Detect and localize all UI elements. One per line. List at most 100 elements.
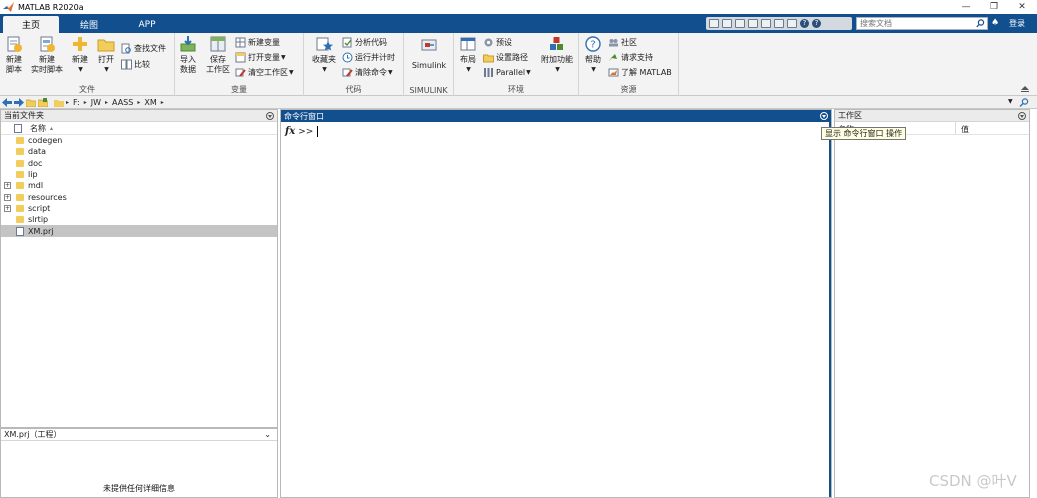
back-arrow-icon[interactable]	[2, 97, 12, 107]
workspace-value-column[interactable]: 值	[961, 124, 969, 135]
new-live-script-icon	[40, 36, 55, 52]
copy-icon[interactable]	[735, 19, 745, 28]
path-history-dropdown-icon[interactable]: ▼	[1008, 98, 1013, 105]
group-code-title: 代码	[345, 85, 362, 94]
redo-icon[interactable]	[774, 19, 784, 28]
collapse-toolstrip-icon[interactable]	[1021, 85, 1029, 92]
file-row-folder[interactable]: data	[1, 146, 277, 157]
close-button[interactable]: ✕	[1008, 0, 1036, 14]
cut-icon[interactable]	[722, 19, 732, 28]
learn-matlab-button[interactable]: 了解 MATLAB	[608, 66, 672, 79]
set-path-folder-icon	[483, 54, 494, 63]
file-row-folder[interactable]: + resources	[1, 191, 277, 202]
breadcrumb-separator: ▸	[160, 98, 164, 106]
community-button[interactable]: 社区	[608, 36, 637, 49]
save-workspace-icon	[210, 36, 226, 52]
function-browser-icon[interactable]: fx	[285, 126, 295, 137]
forward-arrow-icon[interactable]	[14, 97, 24, 107]
group-resources-title: 资源	[620, 85, 637, 94]
add-ons-button[interactable]: 附加功能 ▼	[538, 35, 576, 75]
sort-ascending-icon: ▴	[50, 124, 54, 132]
import-data-button[interactable]: 导入 数据	[176, 35, 200, 75]
favorites-button[interactable]: 收藏夹 ▼	[308, 35, 340, 75]
favorites-label: 收藏夹	[312, 55, 336, 64]
group-file-title: 文件	[79, 85, 95, 94]
save-workspace-button[interactable]: 保存 工作区	[203, 35, 233, 75]
details-header[interactable]: XM.prj（工程） ⌄	[1, 429, 277, 441]
clear-commands-button[interactable]: 清除命令 ▼	[342, 66, 393, 79]
expand-tree-icon[interactable]: +	[4, 204, 11, 212]
run-and-time-button[interactable]: 运行并计时	[342, 51, 395, 64]
panel-actions-icon[interactable]	[266, 112, 274, 120]
workspace-title: 工作区	[838, 111, 862, 120]
tab-apps[interactable]: APP	[119, 16, 175, 33]
find-files-button[interactable]: 查找文件	[121, 42, 166, 55]
help-button[interactable]: ? 帮助 ▼	[581, 35, 605, 75]
preferences-button[interactable]: 预设	[483, 36, 512, 49]
breadcrumb-item-aass[interactable]: AASS	[112, 98, 133, 107]
new-variable-button[interactable]: 新建变量	[235, 36, 280, 49]
command-window-actions-icon[interactable]	[820, 112, 828, 120]
restore-button[interactable]: ❐	[980, 0, 1008, 14]
simulink-button[interactable]: Simulink	[407, 35, 451, 71]
up-folder-icon[interactable]	[26, 98, 36, 107]
paste-icon[interactable]	[748, 19, 758, 28]
file-row-folder[interactable]: lip	[1, 169, 277, 180]
new-live-script-button[interactable]: 新建 实时脚本	[28, 35, 66, 75]
new-script-button[interactable]: 新建 脚本	[2, 35, 26, 75]
breadcrumb-separator: ▸	[137, 98, 141, 106]
layout-button[interactable]: 布局 ▼	[456, 35, 480, 75]
search-input[interactable]	[860, 19, 972, 28]
search-icon[interactable]	[976, 19, 985, 28]
new-script-label-1: 新建	[6, 55, 22, 64]
column-header-name[interactable]: 名称 ▴	[1, 122, 277, 135]
expand-tree-icon[interactable]: +	[4, 182, 11, 190]
file-row-folder[interactable]: doc	[1, 158, 277, 169]
group-simulink-title: SIMULINK	[409, 86, 448, 95]
panel-actions-icon[interactable]	[1018, 112, 1026, 120]
project-file-icon	[16, 226, 24, 236]
file-row-project[interactable]: XM.prj	[1, 225, 277, 237]
file-row-folder[interactable]: + script	[1, 203, 277, 214]
browse-folder-icon[interactable]	[38, 97, 48, 107]
undo-icon[interactable]	[761, 19, 771, 28]
workspace-header: 工作区	[835, 110, 1029, 122]
help-icon[interactable]: ?	[800, 19, 809, 28]
file-row-folder[interactable]: slrtip	[1, 214, 277, 225]
switch-windows-icon[interactable]	[787, 19, 797, 28]
breadcrumb-item-jw[interactable]: JW	[91, 98, 101, 107]
current-folder-panel: 当前文件夹 名称 ▴ codegen data doc lip + mdl + resourc…	[0, 109, 278, 428]
folder-icon	[16, 137, 24, 145]
file-row-folder[interactable]: codegen	[1, 135, 277, 146]
notification-bell-icon[interactable]: ♠	[991, 17, 1001, 30]
help-menu-icon[interactable]: ?	[812, 19, 821, 28]
clear-workspace-button[interactable]: 清空工作区 ▼	[235, 66, 294, 79]
open-button[interactable]: 打开 ▼	[94, 35, 118, 75]
analyze-code-button[interactable]: 分析代码	[342, 36, 387, 49]
breadcrumb-item-drive[interactable]: F:	[73, 98, 80, 107]
command-prompt[interactable]: fx >>	[285, 126, 319, 137]
save-icon[interactable]	[709, 19, 719, 28]
minimize-button[interactable]: —	[952, 0, 980, 14]
compare-button[interactable]: 比较	[121, 58, 150, 71]
command-window-scrollbar[interactable]	[829, 122, 831, 497]
expand-tree-icon[interactable]: +	[4, 193, 11, 201]
column-divider[interactable]	[955, 122, 956, 135]
tab-plots[interactable]: 绘图	[61, 16, 117, 33]
request-support-button[interactable]: 请求支持	[608, 51, 653, 64]
chevron-down-icon[interactable]: ⌄	[264, 430, 271, 439]
parallel-button[interactable]: Parallel ▼	[483, 66, 531, 79]
command-window-panel[interactable]: 命令行窗口 fx >>	[280, 109, 832, 498]
login-link[interactable]: 登录	[1009, 17, 1033, 30]
search-folder-icon[interactable]	[1019, 98, 1029, 107]
breadcrumb-item-xm[interactable]: XM	[144, 98, 156, 107]
prompt-symbol: >>	[298, 126, 314, 137]
file-row-folder[interactable]: + mdl	[1, 180, 277, 191]
help-icon: ?	[585, 36, 601, 52]
set-path-button[interactable]: 设置路径	[483, 51, 528, 64]
new-button[interactable]: 新建 ▼	[68, 35, 92, 75]
open-variable-button[interactable]: 打开变量 ▼	[235, 51, 286, 64]
set-path-label: 设置路径	[496, 53, 528, 62]
open-label: 打开	[98, 55, 114, 64]
tab-home[interactable]: 主页	[3, 16, 59, 33]
